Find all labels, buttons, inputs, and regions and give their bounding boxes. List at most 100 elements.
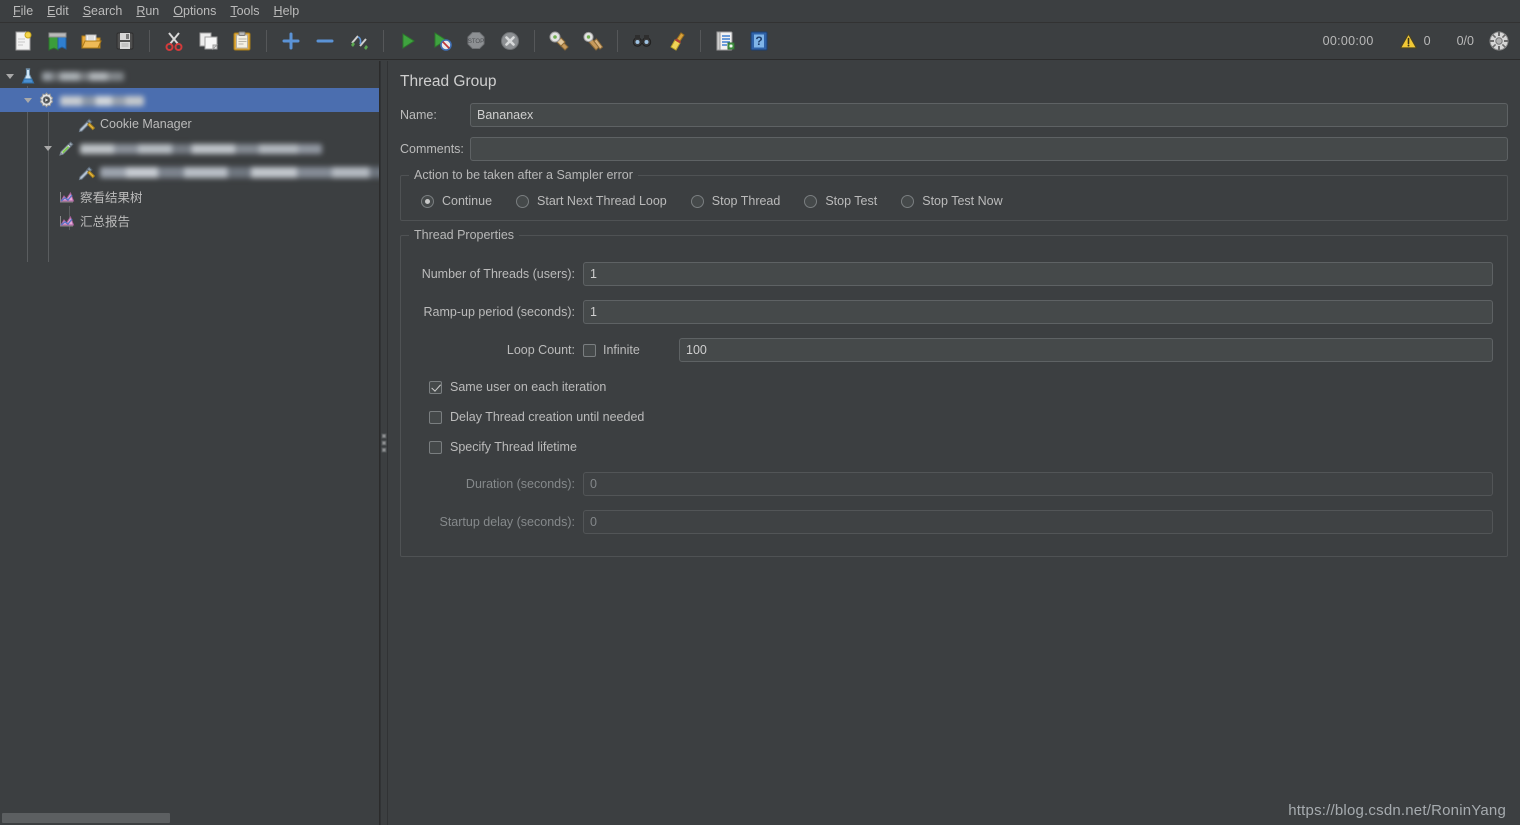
tree-node-summary-report[interactable]: 汇总报告 (0, 208, 379, 232)
split-divider[interactable] (380, 61, 388, 825)
new-icon[interactable] (8, 26, 38, 56)
duration-input (583, 472, 1493, 496)
name-input[interactable] (470, 103, 1508, 127)
specify-lifetime-checkbox[interactable]: Specify Thread lifetime (429, 440, 577, 454)
sampler-error-action-group: Action to be taken after a Sampler error… (400, 168, 1508, 221)
tree-twisty-thread-group[interactable] (20, 92, 36, 108)
ramp-up-label: Ramp-up period (seconds): (423, 305, 575, 319)
specify-lifetime-checkbox-label: Specify Thread lifetime (450, 440, 577, 454)
reset-search-icon[interactable] (661, 26, 691, 56)
specify-lifetime-checkbox-indicator[interactable] (429, 440, 442, 454)
menu-tools-label: ools (236, 4, 260, 18)
radio-stop-thread-indicator[interactable] (690, 194, 704, 208)
delay-thread-checkbox[interactable]: Delay Thread creation until needed (429, 410, 644, 424)
clear-icon[interactable] (544, 26, 574, 56)
infinite-checkbox[interactable]: Infinite (583, 343, 679, 357)
radio-continue-indicator[interactable] (421, 194, 434, 208)
loop-count-row: Loop Count: Infinite (411, 338, 1497, 362)
start-icon[interactable] (393, 26, 423, 56)
startup-delay-input (583, 510, 1493, 534)
split-divider-grip-icon (381, 433, 387, 453)
radio-stop-test-indicator[interactable] (804, 194, 818, 208)
menu-run-mnemonic: R (136, 4, 146, 18)
start-no-pauses-icon[interactable] (427, 26, 457, 56)
toolbar-separator-2 (266, 30, 267, 52)
number-of-threads-row: Number of Threads (users): (411, 262, 1497, 286)
menu-run[interactable]: Run (129, 2, 166, 20)
menu-help-label: elp (282, 4, 300, 18)
ramp-up-row: Ramp-up period (seconds): (411, 300, 1497, 324)
tree-node-test-plan[interactable]: testplan (0, 64, 379, 88)
watermark: https://blog.csdn.net/RoninYang (1288, 802, 1506, 819)
templates-icon[interactable] (42, 26, 72, 56)
same-user-checkbox-indicator[interactable] (429, 380, 442, 394)
cut-icon[interactable] (159, 26, 189, 56)
infinite-checkbox-indicator[interactable] (583, 343, 596, 357)
menu-options-label: ptions (183, 4, 217, 18)
same-user-row: Same user on each iteration (411, 380, 1497, 394)
specify-lifetime-row: Specify Thread lifetime (411, 440, 1497, 454)
elapsed-timer: 00:00:00 (1322, 34, 1374, 48)
menu-options[interactable]: Options (166, 2, 223, 20)
toggle-icon[interactable] (344, 26, 374, 56)
menu-edit-mnemonic: E (47, 4, 56, 18)
menu-search[interactable]: Search (76, 2, 130, 20)
radio-stop-test[interactable]: Stop Test (804, 194, 877, 208)
thread-group-editor-panel: Thread Group Name: Comments: Action to b… (388, 61, 1520, 825)
svg-text:?: ? (755, 34, 762, 48)
menu-file[interactable]: File (6, 2, 40, 20)
radio-stop-test-now-indicator[interactable] (901, 194, 915, 208)
radio-start-next-loop-indicator[interactable] (516, 194, 530, 208)
search-icon[interactable] (627, 26, 657, 56)
menu-search-label: earch (91, 4, 123, 18)
tree-node-http-sub-config[interactable]: subconfig (0, 160, 379, 184)
radio-continue[interactable]: Continue (421, 194, 492, 208)
duration-label: Duration (seconds): (465, 477, 575, 491)
radio-stop-test-now[interactable]: Stop Test Now (901, 194, 1003, 208)
clear-all-icon[interactable] (578, 26, 608, 56)
warning-indicator[interactable]: 0 (1399, 33, 1431, 49)
menu-help[interactable]: Help (267, 2, 307, 20)
paste-icon[interactable] (227, 26, 257, 56)
menu-edit[interactable]: Edit (40, 2, 76, 20)
loop-count-input[interactable] (679, 338, 1493, 362)
warning-triangle-icon (1399, 33, 1417, 49)
tree-node-view-results-tree-label: 察看结果树 (80, 190, 143, 205)
save-icon[interactable] (110, 26, 140, 56)
duration-row: Duration (seconds): (411, 472, 1497, 496)
number-of-threads-input[interactable] (583, 262, 1493, 286)
startup-delay-label: Startup delay (seconds): (439, 515, 576, 529)
expand-all-icon[interactable] (276, 26, 306, 56)
ramp-up-input[interactable] (583, 300, 1493, 324)
same-user-checkbox[interactable]: Same user on each iteration (429, 380, 606, 394)
test-plan-tree: testplan threadgrp (0, 61, 379, 262)
comments-input[interactable] (470, 137, 1508, 161)
thread-properties-group: Thread Properties Number of Threads (use… (400, 228, 1508, 557)
tree-node-view-results-tree[interactable]: 察看结果树 (0, 184, 379, 208)
menu-help-mnemonic: H (273, 4, 283, 18)
function-helper-icon[interactable] (710, 26, 740, 56)
sampler-error-action-options: Continue Start Next Thread Loop Stop Thr… (411, 192, 1497, 208)
tree-scrollbar-thumb[interactable] (2, 813, 170, 823)
copy-icon[interactable] (193, 26, 223, 56)
tree-node-cookie-manager[interactable]: Cookie Manager (0, 112, 379, 136)
radio-stop-thread[interactable]: Stop Thread (690, 194, 781, 208)
remote-engines-icon[interactable] (1488, 30, 1510, 52)
radio-stop-thread-label: Stop Thread (711, 194, 781, 208)
help-icon[interactable]: ? (744, 26, 774, 56)
tree-twisty-test-plan[interactable] (2, 68, 18, 84)
tree-node-http-sampler[interactable]: sampler (0, 136, 379, 160)
tree-horizontal-scrollbar[interactable] (0, 811, 379, 825)
toolbar-separator-4 (534, 30, 535, 52)
tree-twisty-http-sampler[interactable] (40, 140, 56, 156)
radio-start-next-loop[interactable]: Start Next Thread Loop (516, 194, 667, 208)
menu-bar: File Edit Search Run Options Tools Help (0, 0, 1520, 23)
tree-node-thread-group[interactable]: threadgrp (0, 88, 379, 112)
open-icon[interactable] (76, 26, 106, 56)
collapse-all-icon[interactable] (310, 26, 340, 56)
delay-thread-checkbox-indicator[interactable] (429, 410, 442, 424)
menu-tools[interactable]: Tools (223, 2, 266, 20)
number-of-threads-label: Number of Threads (users): (421, 267, 575, 281)
warning-count: 0 (1423, 34, 1431, 48)
tree-node-cookie-manager-label: Cookie Manager (100, 117, 192, 131)
